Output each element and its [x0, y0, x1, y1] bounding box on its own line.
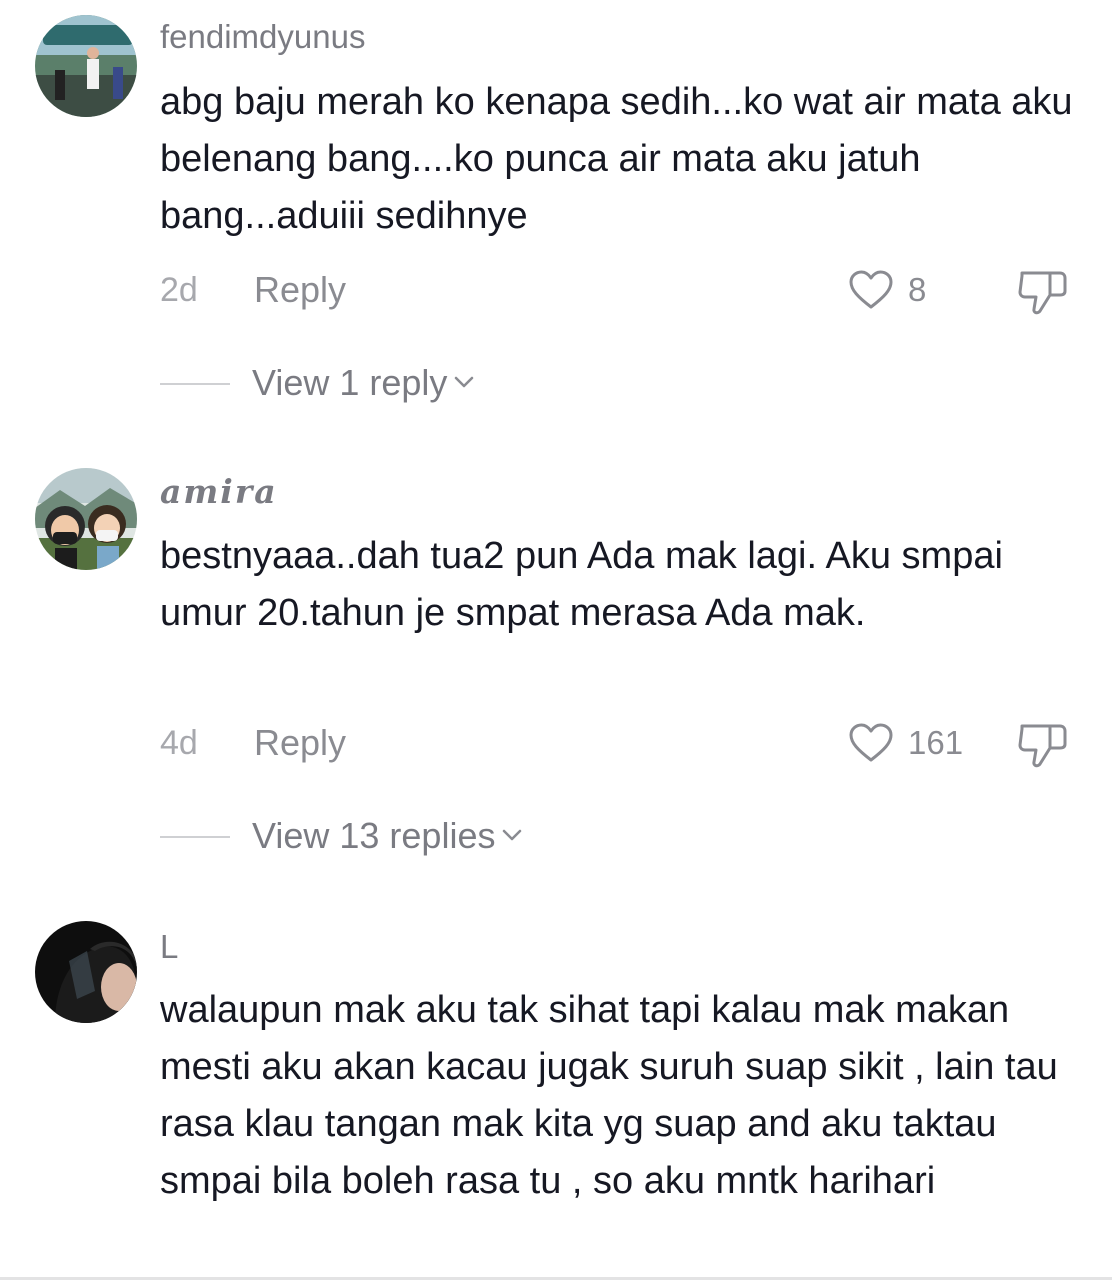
heart-outline-icon[interactable] [848, 722, 894, 764]
thumbs-down-outline-icon[interactable] [1016, 267, 1070, 317]
comment-text: bestnyaaa..dah tua2 pun Ada mak lagi. Ak… [160, 535, 1003, 634]
chevron-down-icon [503, 830, 522, 841]
comment-text: walaupun mak aku tak sihat tapi kalau ma… [160, 989, 1058, 1202]
view-replies-button[interactable]: View 13 replies [160, 813, 760, 859]
comment-actions: 4d Reply 161 [160, 720, 1080, 768]
avatar-image [35, 15, 137, 117]
divider-line [160, 383, 230, 385]
divider-line [160, 836, 230, 838]
avatar-image [35, 921, 137, 1023]
view-replies-text: View 13 replies [252, 815, 496, 856]
view-replies-label: View 13 replies [252, 813, 523, 859]
avatar[interactable] [35, 468, 137, 570]
view-replies-text: View 1 reply [252, 362, 448, 403]
view-replies-button[interactable]: View 1 reply [160, 360, 760, 406]
like-count: 8 [908, 271, 927, 308]
avatar[interactable] [35, 15, 137, 117]
like-count: 161 [908, 724, 964, 761]
avatar[interactable] [35, 921, 137, 1023]
reply-button[interactable]: Reply [254, 720, 346, 766]
comment-timestamp: 2d [160, 271, 198, 309]
heart-outline-icon[interactable] [848, 269, 894, 311]
comment-text: abg baju merah ko kenapa sedih...ko wat … [160, 81, 1073, 237]
comment-username[interactable]: fendimdyunus [160, 18, 365, 56]
comment-username[interactable]: L [160, 928, 178, 966]
comment-actions: 2d Reply 8 [160, 267, 1080, 315]
comment-username[interactable]: amira [160, 472, 278, 511]
view-replies-label: View 1 reply [252, 360, 475, 406]
thumbs-down-outline-icon[interactable] [1016, 720, 1070, 770]
chevron-down-icon [455, 377, 474, 388]
reply-button[interactable]: Reply [254, 267, 346, 313]
avatar-image [35, 468, 137, 570]
comment-timestamp: 4d [160, 724, 198, 762]
